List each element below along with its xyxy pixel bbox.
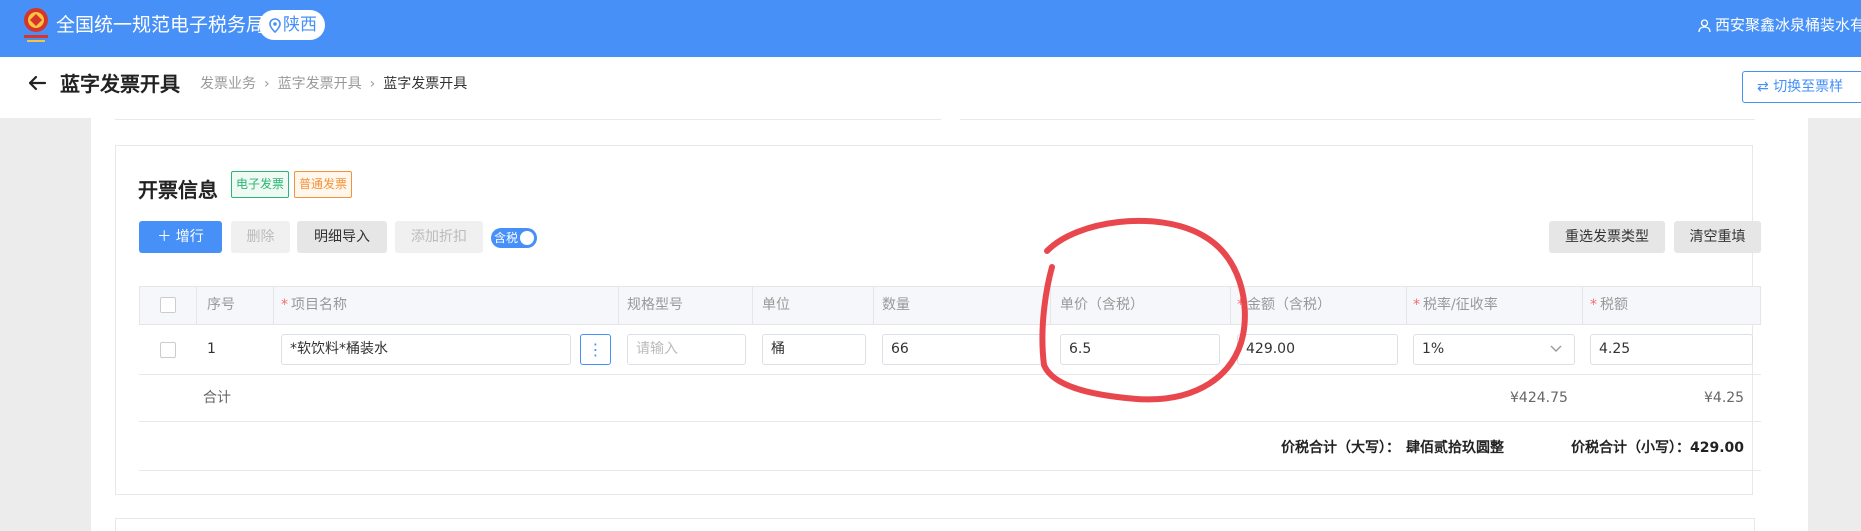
user-icon (1698, 18, 1711, 32)
header-tax-amount-label: 税额 (1600, 297, 1628, 313)
tag-normal-invoice: 普通发票 (294, 171, 353, 198)
header-tax-rate: * 税率/征收率 (1413, 286, 1498, 325)
required-mark: * (1590, 297, 1597, 313)
column-divider (1050, 286, 1051, 325)
location-pin-icon (269, 17, 281, 33)
breadcrumb-item[interactable]: 发票业务 (200, 76, 256, 92)
next-section (115, 518, 1755, 531)
column-divider (873, 286, 874, 325)
column-divider (273, 286, 274, 325)
breadcrumb-current: 蓝字发票开具 (383, 76, 468, 92)
user-menu[interactable]: 西安聚鑫冰泉桶装水有限 (1698, 14, 1861, 36)
tax-inclusive-toggle[interactable]: 含税 (491, 228, 537, 248)
header-spec: 规格型号 (627, 297, 683, 313)
table-header (139, 286, 1761, 325)
row-divider (139, 470, 1761, 471)
back-arrow-icon[interactable] (26, 72, 48, 94)
column-divider (1582, 286, 1583, 325)
row-divider (139, 374, 1761, 375)
total-label: 合计 (203, 390, 231, 406)
total-in-figures: 价税合计（小写）：429.00 (1571, 438, 1744, 458)
reselect-invoice-type-button[interactable]: 重选发票类型 (1549, 221, 1665, 253)
column-divider (1230, 286, 1231, 325)
chevron-right-icon: › (264, 76, 270, 92)
total-tax: ¥4.25 (1704, 390, 1745, 406)
item-name-input[interactable]: *软饮料*桶装水 (281, 334, 571, 365)
required-mark: * (1413, 297, 1420, 313)
region-label: 陕西 (283, 15, 317, 35)
header-item-name: * 项目名称 (281, 286, 347, 325)
chevron-down-icon (1550, 345, 1562, 352)
total-in-figures-label: 价税合计（小写）： (1571, 440, 1690, 456)
header-tax-amount: * 税额 (1590, 286, 1628, 325)
spec-input[interactable]: 请输入 (627, 334, 746, 365)
toggle-knob (520, 231, 534, 245)
add-row-button[interactable]: ＋ 增行 (139, 221, 222, 253)
quantity-input[interactable]: 66 (882, 334, 1042, 365)
user-name: 西安聚鑫冰泉桶装水有限 (1715, 16, 1861, 34)
add-discount-button[interactable]: 添加折扣 (395, 221, 483, 253)
column-divider (196, 286, 197, 325)
unit-input[interactable]: 桶 (762, 334, 866, 365)
total-in-words: 价税合计（大写）： 肆佰贰拾玖圆整 (1281, 438, 1504, 458)
header-tax-rate-label: 税率/征收率 (1423, 297, 1498, 313)
tag-electronic-invoice: 电子发票 (231, 171, 290, 198)
more-options-button[interactable]: ⋮ (580, 334, 611, 365)
divider (960, 119, 1755, 120)
row-checkbox[interactable] (160, 342, 176, 358)
unit-price-input[interactable]: 6.5 (1060, 334, 1220, 365)
column-divider (752, 286, 753, 325)
breadcrumb-item[interactable]: 蓝字发票开具 (278, 76, 362, 92)
total-in-words-value: 肆佰贰拾玖圆整 (1406, 440, 1504, 456)
required-mark: * (1237, 297, 1244, 313)
breadcrumb: 发票业务 › 蓝字发票开具 › 蓝字发票开具 (200, 74, 467, 94)
toggle-label: 含税 (494, 231, 519, 245)
row-index: 1 (207, 341, 216, 357)
row-divider (139, 421, 1761, 422)
total-in-figures-value: 429.00 (1690, 440, 1745, 456)
total-amount: ¥424.75 (1510, 390, 1568, 406)
header-amount-label: 金额（含税） (1247, 297, 1331, 313)
header-unit-price: 单价（含税） (1060, 297, 1144, 313)
section-title: 开票信息 (138, 178, 218, 202)
header-index: 序号 (207, 297, 235, 313)
header-item-name-label: 项目名称 (291, 297, 347, 313)
switch-to-sample-button[interactable]: ⇄ 切换至票样 (1742, 71, 1861, 103)
top-bar: 全国统一规范电子税务局 陕西 西安聚鑫冰泉桶装水有限 (0, 0, 1861, 57)
site-name: 全国统一规范电子税务局 (56, 14, 266, 36)
divider (115, 119, 941, 120)
add-row-label: 增行 (175, 229, 204, 245)
amount-input[interactable]: 429.00 (1237, 334, 1398, 365)
header-unit: 单位 (762, 297, 790, 313)
header-quantity: 数量 (882, 297, 910, 313)
clear-refill-button[interactable]: 清空重填 (1674, 221, 1761, 253)
tax-emblem-icon (24, 8, 48, 42)
swap-arrows-icon: ⇄ (1757, 79, 1769, 95)
select-all-checkbox[interactable] (160, 297, 176, 313)
region-selector[interactable]: 陕西 (259, 10, 325, 40)
page-title: 蓝字发票开具 (60, 72, 180, 96)
column-divider (618, 286, 619, 325)
switch-button-label: 切换至票样 (1773, 79, 1844, 95)
header-amount: * 金额（含税） (1237, 286, 1331, 325)
delete-button[interactable]: 删除 (231, 221, 290, 253)
plus-icon: ＋ (157, 229, 176, 245)
more-vertical-icon: ⋮ (587, 340, 604, 359)
tax-amount-input[interactable]: 4.25 (1590, 334, 1753, 365)
chevron-right-icon: › (369, 76, 376, 92)
required-mark: * (281, 297, 288, 313)
column-divider (1406, 286, 1407, 325)
detail-import-button[interactable]: 明细导入 (297, 221, 387, 253)
total-in-words-label: 价税合计（大写）： (1281, 440, 1400, 456)
